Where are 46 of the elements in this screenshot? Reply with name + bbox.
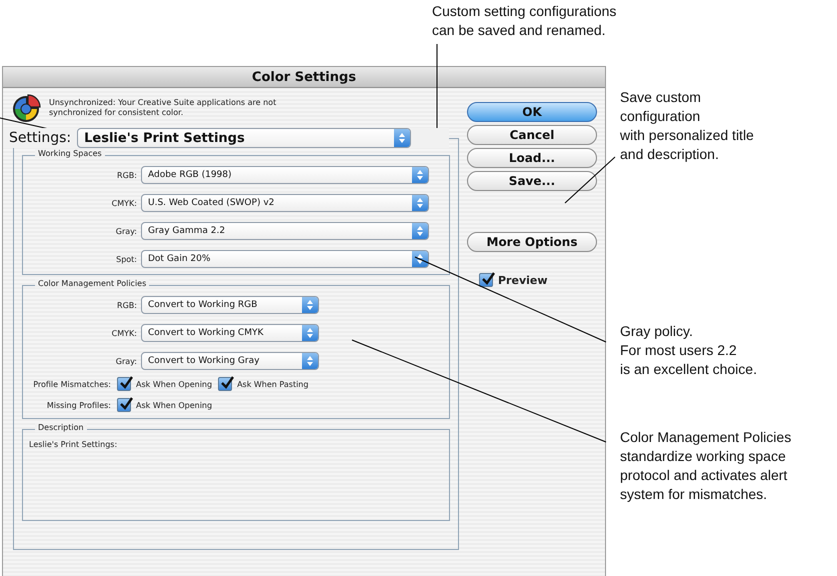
dialog-button[interactable]: More Options [467, 232, 597, 252]
checkbox[interactable]: Ask When Pasting [218, 377, 308, 391]
profile-dropdown[interactable]: U.S. Web Coated (SWOP) v2 [141, 194, 429, 212]
stepper-icon [394, 129, 410, 147]
annotation-text: Gray policy. For most users 2.2 is an excellent choice. [620, 322, 757, 379]
stepper-icon [302, 297, 318, 313]
stepper-icon [302, 353, 318, 369]
annotation-text: Custom setting configurations can be saved and renamed. [432, 2, 616, 40]
settings-dropdown[interactable]: Leslie's Print Settings [77, 128, 412, 148]
leader-line [564, 156, 616, 204]
group-title: Working Spaces [35, 149, 105, 158]
profile-dropdown[interactable]: Adobe RGB (1998) [141, 166, 429, 184]
profile-dropdown[interactable]: Gray Gamma 2.2 [141, 222, 429, 240]
field-label: RGB: [116, 300, 137, 310]
dialog-button[interactable]: Save... [467, 171, 597, 191]
sync-warning-message: Unsynchronized: Your Creative Suite applications are not synchronized for consistent color. [49, 98, 276, 118]
annotation-text: Color Management Policies standardize working space protocol and activates alert system for mismatches. [620, 428, 792, 504]
dialog-button[interactable]: OK [467, 102, 597, 122]
field-label: Spot: [115, 254, 137, 264]
window-title: Color Settings [252, 70, 356, 84]
description-text: Leslie's Print Settings: [29, 440, 118, 449]
field-label: Gray: [114, 226, 137, 236]
policy-dropdown[interactable]: Convert to Working CMYK [141, 324, 319, 342]
field-label: Profile Mismatches: [32, 380, 111, 388]
field-label: Gray: [114, 356, 137, 366]
stepper-icon [412, 251, 428, 267]
group-title: Description [35, 423, 87, 432]
field-label: Missing Profiles: [46, 400, 111, 410]
annotation-text: Save custom configuration with personalized title and description. [620, 88, 754, 164]
field-label: CMYK: [110, 328, 137, 338]
field-label: CMYK: [110, 198, 137, 208]
preview-checkbox[interactable]: Preview [467, 273, 597, 287]
policy-dropdown[interactable]: Convert to Working Gray [141, 352, 319, 370]
stepper-icon [412, 167, 428, 183]
color-wheel-icon [11, 93, 41, 123]
policy-dropdown[interactable]: Convert to Working RGB [141, 296, 319, 314]
field-label: RGB: [116, 170, 137, 180]
group-title: Color Management Policies [35, 279, 150, 288]
checkbox[interactable]: Ask When Opening [117, 398, 212, 412]
profile-dropdown[interactable]: Dot Gain 20% [141, 250, 429, 268]
stepper-icon [412, 223, 428, 239]
stepper-icon [412, 195, 428, 211]
stepper-icon [302, 325, 318, 341]
checkbox[interactable]: Ask When Opening [117, 377, 212, 391]
dialog-button[interactable]: Cancel [467, 125, 597, 145]
dialog-button[interactable]: Load... [467, 148, 597, 168]
